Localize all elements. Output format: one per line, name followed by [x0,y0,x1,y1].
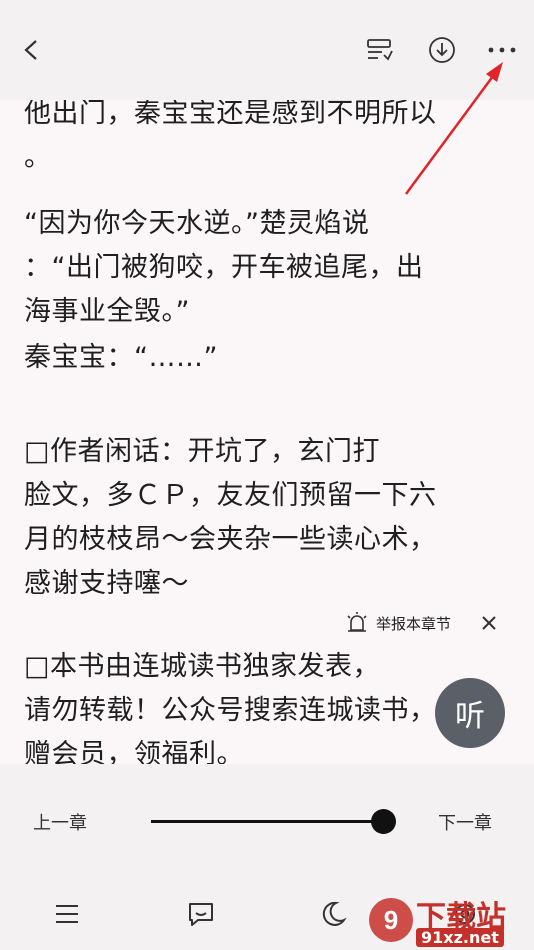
chapter-progress-track[interactable] [151,820,383,823]
next-chapter-button[interactable]: 下一章 [438,809,492,835]
svg-text:9: 9 [384,905,398,935]
chapter-progress-thumb[interactable] [371,809,396,834]
menu-icon [56,905,78,923]
comment-icon [189,903,213,926]
logo-icon: 9 [369,898,413,942]
night-mode-button[interactable] [313,894,353,934]
comment-button[interactable] [181,894,221,934]
watermark-url: 91xz.net [416,928,504,947]
catalog-button[interactable] [47,894,87,934]
watermark-logo: 9 下载站 91xz.net [368,890,534,950]
moon-icon [322,901,347,926]
prev-chapter-button[interactable]: 上一章 [33,809,87,835]
